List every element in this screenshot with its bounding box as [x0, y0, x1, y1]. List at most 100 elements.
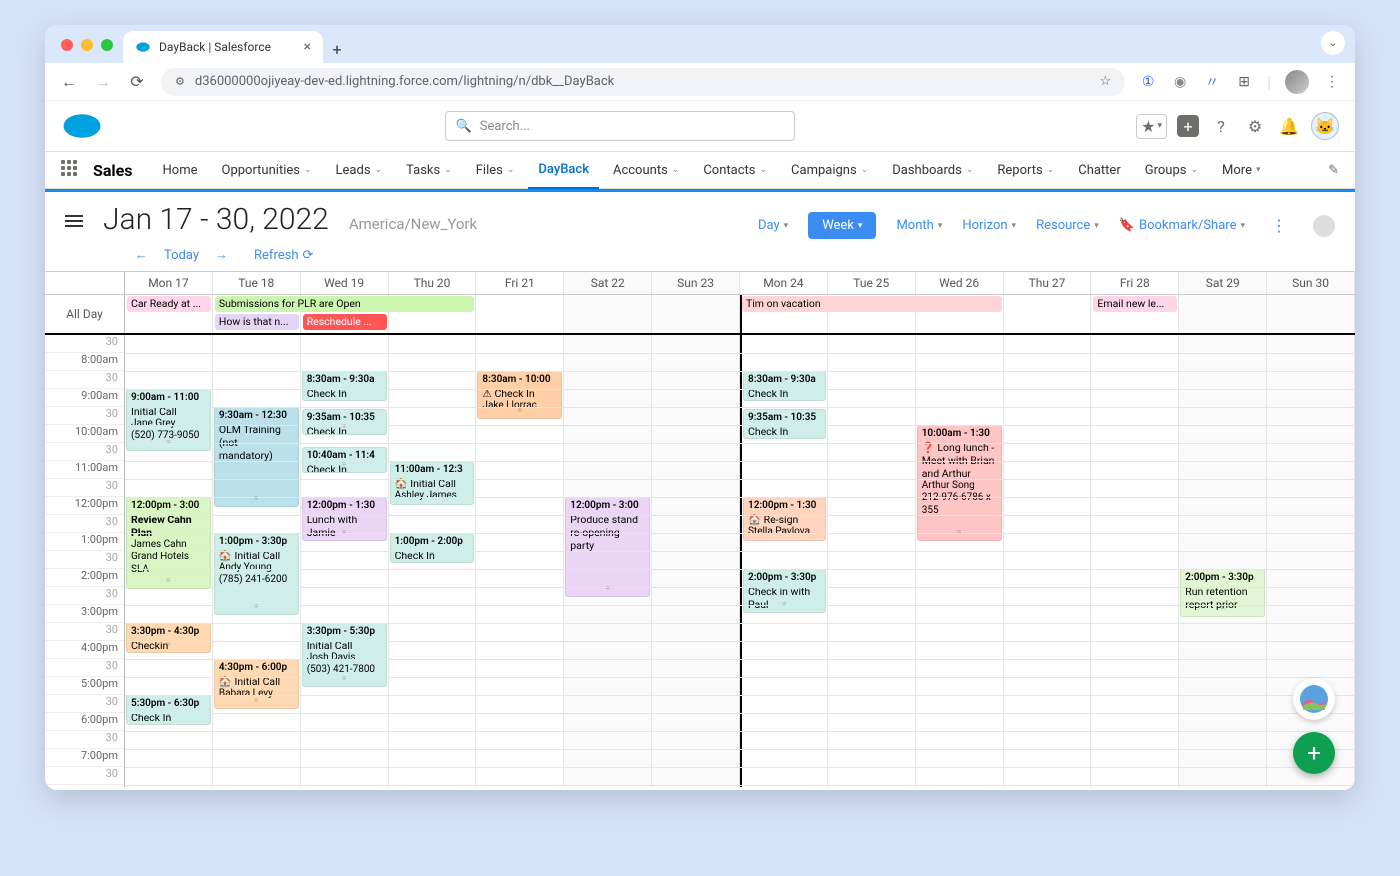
day-column[interactable]: 8:30am - 10:00⚠ Check InJake Llorrac=	[476, 335, 564, 787]
nav-item-campaigns[interactable]: Campaigns⌄	[781, 151, 878, 189]
day-column[interactable]	[652, 335, 740, 787]
edit-nav-icon[interactable]: ✎	[1328, 163, 1339, 178]
week-view-button[interactable]: Week ▾	[808, 212, 876, 239]
browser-profile-avatar[interactable]	[1285, 70, 1309, 94]
day-column[interactable]: 12:00pm - 3:00Produce stand re-opening p…	[564, 335, 652, 787]
favorites-button[interactable]: ★▾	[1136, 114, 1167, 139]
calendar-event[interactable]: 12:00pm - 3:00Produce stand re-opening p…	[565, 497, 650, 597]
extensions-icon[interactable]: ⊞	[1235, 73, 1253, 91]
day-header[interactable]: Sun 30	[1267, 272, 1355, 294]
allday-cell[interactable]	[1267, 295, 1355, 333]
calendar-event[interactable]: 1:00pm - 2:00pCheck In=	[390, 533, 475, 563]
calendar-event[interactable]: 12:00pm - 3:00Review Cahn PlanJames Cahn…	[126, 497, 211, 589]
day-header[interactable]: Mon 24	[740, 272, 828, 294]
dayback-badge-button[interactable]	[1293, 678, 1335, 720]
maximize-window-button[interactable]	[101, 39, 113, 51]
day-column[interactable]	[828, 335, 916, 787]
nav-item-files[interactable]: Files⌄	[466, 151, 525, 189]
day-header[interactable]: Tue 25	[828, 272, 916, 294]
day-header[interactable]: Fri 21	[476, 272, 564, 294]
calendar-event[interactable]: 8:30am - 9:30aCheck In=	[302, 371, 387, 401]
day-header[interactable]: Mon 17	[125, 272, 213, 294]
browser-menu-icon[interactable]: ⋮	[1323, 73, 1341, 91]
allday-cell[interactable]	[652, 295, 740, 333]
prev-button[interactable]: ←	[135, 247, 148, 263]
calendar-event[interactable]: 9:30am - 12:30OLM Training (not mandator…	[214, 407, 299, 507]
calendar-event[interactable]: 2:00pm - 3:30pCheck in with Paul=	[743, 569, 826, 613]
day-column[interactable]: 11:00am - 12:3🏠 Initial CallAshley James…	[389, 335, 477, 787]
calendar-event[interactable]: 10:40am - 11:4Check In=	[302, 447, 387, 473]
user-avatar[interactable]: 🐱	[1311, 112, 1339, 140]
nav-item-home[interactable]: Home	[153, 151, 208, 189]
resize-handle-icon[interactable]: =	[342, 674, 347, 685]
resize-handle-icon[interactable]: =	[605, 584, 610, 595]
allday-cell[interactable]	[476, 295, 564, 333]
refresh-button[interactable]: Refresh ⟳	[254, 248, 313, 263]
nav-item-chatter[interactable]: Chatter	[1068, 151, 1131, 189]
day-header[interactable]: Thu 20	[389, 272, 477, 294]
bookmark-star-icon[interactable]: ☆	[1099, 74, 1111, 89]
calendar-event[interactable]: 12:00pm - 1:30Lunch with Jamie=	[302, 497, 387, 541]
url-input[interactable]: ⚙ d36000000ojiyeay-dev-ed.lightning.forc…	[161, 68, 1125, 96]
calendar-event[interactable]: 1:00pm - 3:30p🏠 Initial CallAndy Young(7…	[214, 533, 299, 615]
extension-icon[interactable]: 〃	[1203, 73, 1221, 91]
extension-1password-icon[interactable]: ①	[1139, 73, 1157, 91]
allday-event[interactable]: Car Ready at ...	[127, 296, 211, 312]
horizon-view-button[interactable]: Horizon ▾	[962, 218, 1016, 233]
nav-item-contacts[interactable]: Contacts⌄	[693, 151, 777, 189]
day-header[interactable]: Wed 26	[916, 272, 1004, 294]
allday-event[interactable]: Reschedule ...	[303, 314, 387, 330]
minimize-window-button[interactable]	[81, 39, 93, 51]
day-view-button[interactable]: Day ▾	[758, 218, 788, 233]
day-column[interactable]: 9:00am - 11:00Initial CallJane Grey(520)…	[125, 335, 213, 787]
setup-gear-icon[interactable]: ⚙	[1243, 114, 1267, 138]
resize-handle-icon[interactable]: =	[254, 494, 259, 505]
day-column[interactable]	[1091, 335, 1179, 787]
extension-grammarly-icon[interactable]: ◉	[1171, 73, 1189, 91]
nav-item-accounts[interactable]: Accounts⌄	[603, 151, 689, 189]
day-header[interactable]: Thu 27	[1004, 272, 1092, 294]
allday-event[interactable]: Tim on vacation	[742, 296, 1002, 312]
nav-item-dashboards[interactable]: Dashboards⌄	[882, 151, 983, 189]
allday-cell[interactable]	[1004, 295, 1092, 333]
new-tab-button[interactable]: +	[323, 35, 351, 63]
nav-item-reports[interactable]: Reports⌄	[987, 151, 1064, 189]
allday-event[interactable]: Email new le...	[1093, 296, 1177, 312]
salesforce-logo-icon[interactable]	[61, 112, 103, 140]
day-header[interactable]: Sat 29	[1179, 272, 1267, 294]
day-column[interactable]	[1004, 335, 1092, 787]
add-event-button[interactable]: +	[1293, 732, 1335, 774]
calendar-event[interactable]: 9:00am - 11:00Initial CallJane Grey(520)…	[126, 389, 211, 451]
calendar-event[interactable]: 5:30pm - 6:30pCheck In=	[126, 695, 211, 725]
nav-item-more[interactable]: More▾	[1212, 151, 1270, 189]
browser-tab[interactable]: DayBack | Salesforce ×	[123, 31, 323, 63]
app-launcher-icon[interactable]	[61, 160, 81, 180]
day-header[interactable]: Sun 23	[652, 272, 740, 294]
calendar-event[interactable]: 9:35am - 10:35Check In=	[302, 409, 387, 435]
nav-item-tasks[interactable]: Tasks⌄	[396, 151, 462, 189]
hint-button[interactable]	[1313, 215, 1335, 237]
reload-button[interactable]: ⟳	[127, 72, 147, 91]
forward-button[interactable]: →	[93, 72, 113, 92]
resource-view-button[interactable]: Resource ▾	[1036, 218, 1099, 233]
global-search-input[interactable]: 🔍 Search...	[445, 111, 795, 141]
days-grid[interactable]: 9:00am - 11:00Initial CallJane Grey(520)…	[125, 335, 1355, 787]
nav-item-opportunities[interactable]: Opportunities⌄	[212, 151, 322, 189]
resize-handle-icon[interactable]: =	[782, 426, 787, 437]
close-window-button[interactable]	[61, 39, 73, 51]
calendar-event[interactable]: 8:30am - 9:30aCheck In=	[743, 371, 826, 401]
nav-item-groups[interactable]: Groups⌄	[1135, 151, 1208, 189]
allday-cell[interactable]	[1179, 295, 1267, 333]
month-view-button[interactable]: Month ▾	[896, 218, 942, 233]
back-button[interactable]: ←	[59, 72, 79, 92]
bookmark-share-button[interactable]: 🔖Bookmark/Share ▾	[1119, 218, 1245, 233]
day-column[interactable]: 2:00pm - 3:30pRun retention report prior…	[1179, 335, 1267, 787]
day-header[interactable]: Wed 19	[301, 272, 389, 294]
calendar-event[interactable]: 8:30am - 10:00⚠ Check InJake Llorrac=	[477, 371, 562, 419]
day-header[interactable]: Fri 28	[1091, 272, 1179, 294]
nav-item-dayback[interactable]: DayBack	[528, 152, 599, 190]
site-info-icon[interactable]: ⚙	[175, 75, 185, 88]
day-column[interactable]: 8:30am - 9:30aCheck In= 9:35am - 10:35Che…	[301, 335, 389, 787]
sidebar-toggle-icon[interactable]	[65, 212, 83, 230]
day-column[interactable]: 8:30am - 9:30aCheck In=9:35am - 10:35Che…	[740, 335, 828, 787]
